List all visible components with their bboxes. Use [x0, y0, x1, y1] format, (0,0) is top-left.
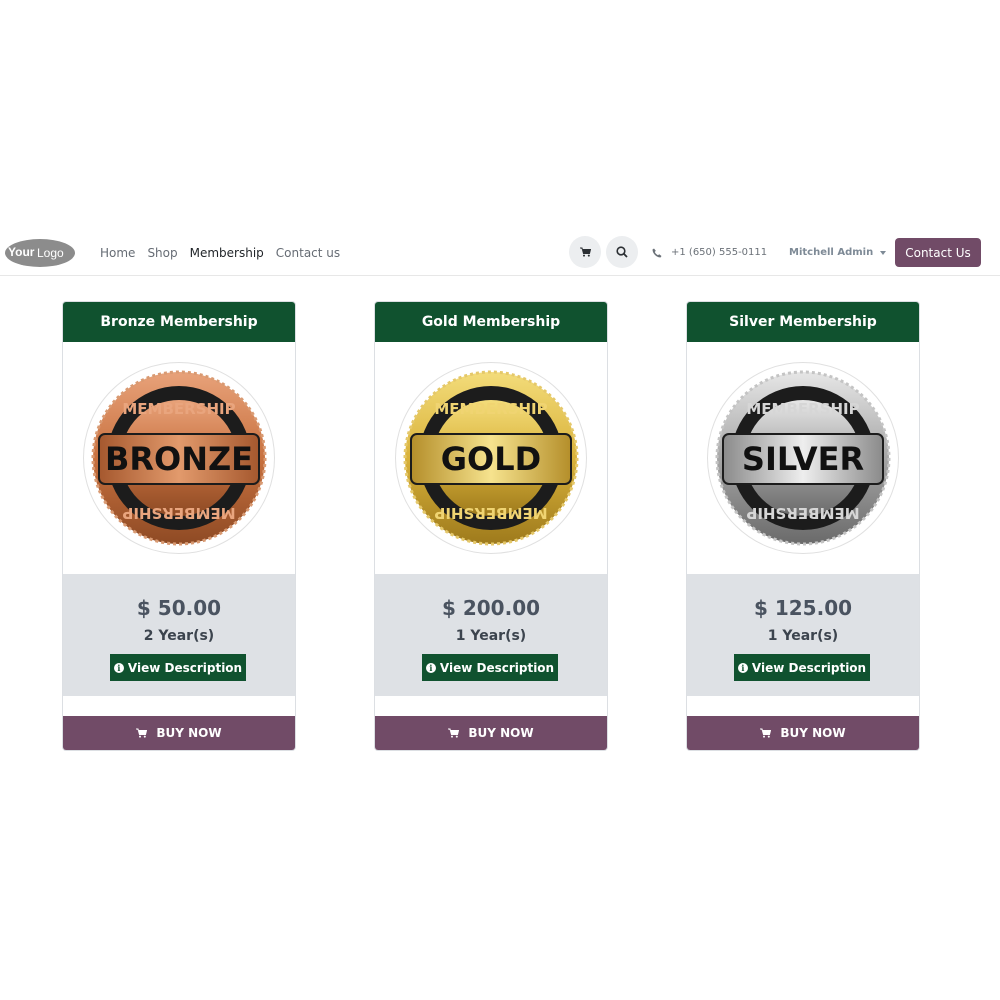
view-description-button[interactable]: i View Description [110, 654, 246, 681]
search-icon [616, 246, 628, 258]
view-description-button[interactable]: i View Description [734, 654, 870, 681]
phone-contact[interactable]: +1 (650) 555-0111 [652, 230, 767, 275]
cart-icon [760, 728, 772, 738]
price-section: $ 200.00 1 Year(s) i View Description [375, 574, 607, 696]
badge-word: GOLD [441, 440, 541, 478]
card-image: MEMBERSHIP SILVER MEMBERSHIP [687, 342, 919, 574]
buy-now-button[interactable]: BUY NOW [687, 716, 919, 750]
logo-text-light: Logo [37, 246, 64, 260]
badge-bottom-text: MEMBERSHIP [122, 504, 235, 522]
duration: 1 Year(s) [767, 628, 839, 644]
contact-us-button[interactable]: Contact Us [895, 238, 981, 267]
buy-now-button[interactable]: BUY NOW [375, 716, 607, 750]
silver-membership-badge-icon: MEMBERSHIP SILVER MEMBERSHIP [715, 370, 891, 546]
price: $ 50.00 [136, 596, 222, 620]
card-title: Silver Membership [687, 302, 919, 342]
view-description-label: View Description [127, 660, 243, 675]
nav-membership[interactable]: Membership [190, 246, 264, 260]
cart-icon [136, 728, 148, 738]
logo-text-bold: Your [8, 245, 35, 259]
card-title: Bronze Membership [63, 302, 295, 342]
badge-top-text: MEMBERSHIP [746, 400, 859, 418]
main-nav: Home Shop Membership Contact us [100, 230, 352, 275]
caret-down-icon [880, 250, 887, 255]
badge-frame: MEMBERSHIP SILVER MEMBERSHIP [707, 362, 899, 554]
cart-button[interactable] [569, 236, 601, 268]
badge-frame: MEMBERSHIP GOLD MEMBERSHIP [395, 362, 587, 554]
badge-frame: MEMBERSHIP BRONZE MEMBERSHIP [83, 362, 275, 554]
view-description-label: View Description [751, 660, 867, 675]
bronze-membership-badge-icon: MEMBERSHIP BRONZE MEMBERSHIP [91, 370, 267, 546]
nav-home[interactable]: Home [100, 246, 135, 260]
membership-card-bronze: Bronze Membership MEMBERSHIP BRONZE MEMB… [62, 301, 296, 751]
top-navbar: Your Logo Home Shop Membership Contact u… [0, 230, 1000, 276]
badge-bottom-text: MEMBERSHIP [746, 504, 859, 522]
badge-word: BRONZE [105, 440, 253, 478]
price-section: $ 50.00 2 Year(s) i View Description [63, 574, 295, 696]
nav-shop[interactable]: Shop [147, 246, 177, 260]
duration: 2 Year(s) [143, 628, 215, 644]
badge-top-text: MEMBERSHIP [434, 400, 547, 418]
price: $ 125.00 [753, 596, 853, 620]
nav-contact-us[interactable]: Contact us [276, 246, 340, 260]
duration: 1 Year(s) [455, 628, 527, 644]
membership-card-silver: Silver Membership MEMBERSHIP SILVER MEMB… [686, 301, 920, 751]
cart-icon [579, 247, 591, 257]
card-image: MEMBERSHIP BRONZE MEMBERSHIP [63, 342, 295, 574]
buy-now-label: BUY NOW [780, 726, 846, 740]
info-icon: i [737, 662, 748, 673]
membership-card-gold: Gold Membership MEMBERSHIP GOLD MEMBERSH… [374, 301, 608, 751]
badge-top-text: MEMBERSHIP [122, 400, 235, 418]
badge-word: SILVER [742, 440, 864, 478]
search-button[interactable] [606, 236, 638, 268]
info-icon: i [113, 662, 124, 673]
user-menu[interactable]: Mitchell Admin [789, 230, 887, 275]
card-title: Gold Membership [375, 302, 607, 342]
buy-now-label: BUY NOW [156, 726, 222, 740]
view-description-label: View Description [439, 660, 555, 675]
gold-membership-badge-icon: MEMBERSHIP GOLD MEMBERSHIP [403, 370, 579, 546]
price-section: $ 125.00 1 Year(s) i View Description [687, 574, 919, 696]
buy-now-label: BUY NOW [468, 726, 534, 740]
logo[interactable]: Your Logo [4, 237, 76, 269]
cart-icon [448, 728, 460, 738]
user-name: Mitchell Admin [789, 247, 874, 258]
price: $ 200.00 [441, 596, 541, 620]
phone-number: +1 (650) 555-0111 [671, 247, 768, 258]
buy-now-button[interactable]: BUY NOW [63, 716, 295, 750]
view-description-button[interactable]: i View Description [422, 654, 558, 681]
info-icon: i [425, 662, 436, 673]
card-image: MEMBERSHIP GOLD MEMBERSHIP [375, 342, 607, 574]
badge-bottom-text: MEMBERSHIP [434, 504, 547, 522]
phone-icon [652, 248, 662, 257]
